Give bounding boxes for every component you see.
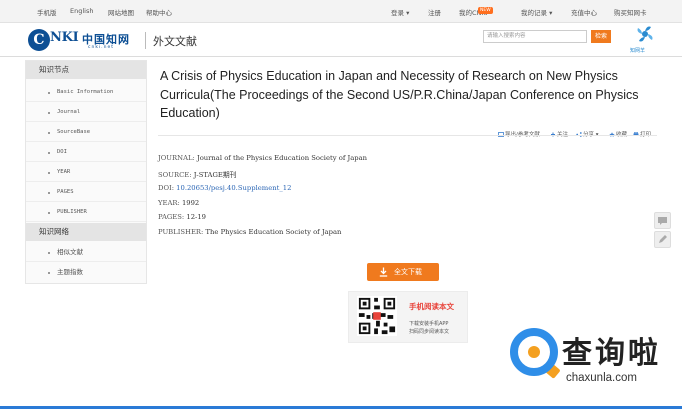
bullet-icon — [48, 272, 50, 274]
bullet-icon — [48, 192, 50, 194]
watermark-text: 查询啦 — [562, 336, 661, 371]
qr-title: 手机阅读本文 — [409, 302, 454, 311]
mascot-label: 知网羊 — [630, 48, 646, 54]
my-records-label: 我的记录 — [521, 9, 547, 17]
meta-year: YEAR: 1992 — [158, 199, 199, 207]
meta-doi: DOI: 10.20653/pesj.40.Supplement_12 — [158, 184, 291, 192]
login-label: 登录 — [391, 9, 404, 17]
bullet-icon — [48, 252, 50, 254]
sidebar-item-pages[interactable]: PAGES — [26, 183, 146, 202]
sidebar-item-sourcebase[interactable]: SourceBase — [26, 123, 146, 142]
sidebar-item-label: Basic Information — [57, 89, 114, 95]
meta-journal: JOURNAL: Journal of the Physics Educatio… — [158, 154, 367, 162]
qr-desc-line1: 下载安装手机APP — [409, 321, 449, 327]
bullet-icon — [48, 172, 50, 174]
new-badge: NEW — [478, 7, 493, 14]
bullet-icon — [48, 152, 50, 154]
cnki-logo-icon[interactable]: C — [28, 29, 50, 51]
sidebar-item-basic-information[interactable]: Basic Information — [26, 83, 146, 102]
download-label: 全文下载 — [394, 268, 422, 276]
meta-label: SOURCE: — [158, 171, 192, 179]
bullet-icon — [48, 212, 50, 214]
help-link[interactable]: 帮助中心 — [146, 7, 172, 17]
export-button[interactable]: 导出/参考文献 — [498, 130, 540, 138]
watermark-logo-dot — [528, 346, 540, 358]
watermark-url: chaxunla.com — [566, 372, 637, 384]
follow-button[interactable]: 关注 — [550, 130, 568, 138]
english-link[interactable]: English — [70, 7, 93, 15]
top-bar: 手机版 English 网站地图 帮助中心 登录 ▾ 注册 我的CNKI NEW… — [0, 0, 682, 23]
sidebar-item-label: 主题指数 — [57, 268, 83, 276]
download-icon — [379, 267, 388, 277]
comment-icon — [658, 217, 667, 225]
meta-source: SOURCE: J-STAGE期刊 — [158, 169, 236, 179]
site-title: 外文文献 — [153, 35, 197, 48]
favorite-button[interactable]: 收藏 — [609, 130, 627, 138]
sidebar-item-topic-index[interactable]: 主题指数 — [26, 263, 146, 282]
login-link[interactable]: 登录 ▾ — [391, 7, 409, 17]
sidebar-item-label: Journal — [57, 109, 81, 115]
print-button[interactable]: 打印 — [633, 130, 651, 138]
qr-code-icon[interactable] — [357, 296, 397, 336]
sidebar-item-label: 相似文献 — [57, 248, 83, 256]
meta-value: Journal of the Physics Education Society… — [196, 154, 368, 162]
edit-float-button[interactable] — [654, 231, 671, 248]
sidebar: 知识节点 Basic Information Journal SourceBas… — [25, 60, 147, 284]
sidebar-item-label: SourceBase — [57, 129, 91, 135]
bullet-icon — [48, 112, 50, 114]
logo-url: cnki.net — [88, 45, 114, 50]
mobile-read-panel: 手机阅读本文 下载安装手机APP 扫码同步阅读本文 — [348, 291, 468, 343]
meta-value: 12-19 — [186, 213, 206, 221]
sidebar-item-label: DOI — [57, 149, 67, 155]
logo-letters: NKI — [50, 30, 79, 45]
meta-label: PUBLISHER: — [158, 228, 204, 236]
feedback-float-button[interactable] — [654, 212, 671, 229]
search-button[interactable]: 检索 — [591, 30, 611, 43]
sidebar-item-label: PAGES — [57, 189, 74, 195]
sidebar-section-knowledge-nodes: 知识节点 — [26, 61, 146, 79]
meta-label: PAGES: — [158, 213, 185, 221]
header-divider — [145, 32, 146, 49]
mobile-link[interactable]: 手机版 — [37, 7, 57, 17]
sitemap-link[interactable]: 网站地图 — [108, 7, 134, 17]
meta-pages: PAGES: 12-19 — [158, 213, 206, 221]
article-title: A Crisis of Physics Education in Japan a… — [160, 69, 639, 120]
recharge-link[interactable]: 充值中心 — [571, 7, 597, 17]
sidebar-section-knowledge-network: 知识网络 — [26, 223, 146, 241]
search-input[interactable]: 请输入搜索内容 — [483, 30, 587, 43]
bullet-icon — [48, 92, 50, 94]
toolbar-divider — [158, 135, 657, 136]
meta-value: The Physics Education Society of Japan — [205, 228, 342, 236]
pinwheel-mascot-icon — [637, 26, 653, 42]
meta-label: JOURNAL: — [158, 154, 195, 162]
meta-value: 1992 — [181, 199, 200, 207]
sidebar-item-label: PUBLISHER — [57, 209, 87, 215]
sidebar-item-year[interactable]: YEAR — [26, 163, 146, 182]
meta-value: J-STAGE期刊 — [193, 171, 237, 179]
download-fulltext-button[interactable]: 全文下载 — [367, 263, 439, 281]
share-button[interactable]: 分享 ▾ — [576, 130, 599, 138]
buy-card-link[interactable]: 购买知网卡 — [614, 7, 647, 17]
qr-desc-line2: 扫码同步阅读本文 — [409, 329, 450, 335]
my-records-link[interactable]: 我的记录 ▾ — [521, 7, 552, 17]
meta-label: YEAR: — [158, 199, 180, 207]
doi-link[interactable]: 10.20653/pesj.40.Supplement_12 — [176, 184, 291, 192]
sidebar-item-publisher[interactable]: PUBLISHER — [26, 203, 146, 222]
meta-publisher: PUBLISHER: The Physics Education Society… — [158, 228, 341, 236]
sidebar-item-label: YEAR — [57, 169, 71, 175]
register-link[interactable]: 注册 — [428, 7, 441, 17]
sidebar-item-similar-docs[interactable]: 相似文献 — [26, 243, 146, 262]
sidebar-item-doi[interactable]: DOI — [26, 143, 146, 162]
pencil-icon — [659, 235, 667, 243]
header: C NKI 中国知网 cnki.net 外文文献 请输入搜索内容 检索 知网羊 — [0, 23, 682, 57]
bullet-icon — [48, 132, 50, 134]
meta-label: DOI: — [158, 184, 174, 192]
sidebar-item-journal[interactable]: Journal — [26, 103, 146, 122]
